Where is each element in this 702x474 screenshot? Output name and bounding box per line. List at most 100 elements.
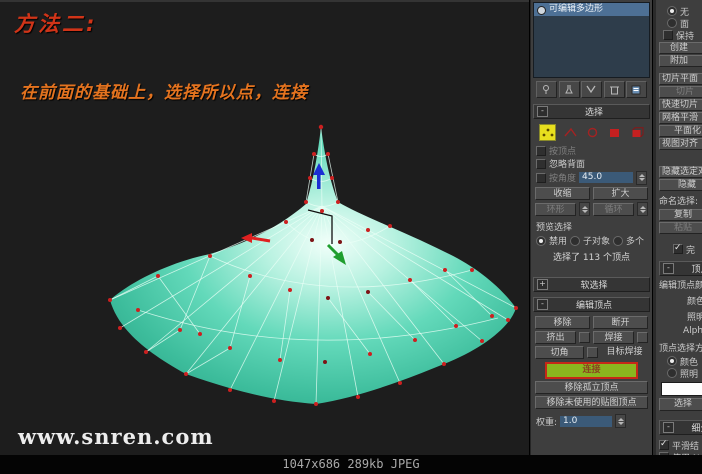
- unhide-button[interactable]: 隐藏: [659, 179, 702, 191]
- angle-value-field[interactable]: 45.0: [579, 172, 633, 183]
- pin-stack-icon[interactable]: [536, 81, 557, 98]
- weight-spinner[interactable]: [615, 414, 627, 428]
- slice-plane-button[interactable]: 切片平面: [659, 73, 702, 85]
- connect-button-highlighted[interactable]: 连接: [545, 362, 638, 379]
- smooth-result-row: 平滑结: [659, 439, 702, 452]
- annotation-title: 方法二:: [14, 12, 98, 36]
- show-end-result-icon[interactable]: [558, 81, 580, 98]
- command-panel-column-1: 可编辑多边形 - 选择 按顶点 忽略背面 按角度 45.0 收缩 扩大 环形 循…: [530, 0, 652, 455]
- ring-button[interactable]: 环形: [535, 202, 576, 216]
- select-by-illumination-radio[interactable]: [667, 368, 677, 378]
- extrude-button[interactable]: 挤出: [535, 331, 576, 344]
- configure-modifier-sets-icon[interactable]: [626, 81, 647, 98]
- loop-button[interactable]: 循环: [593, 202, 634, 216]
- image-info-caption: 1047x686 289kb JPEG: [0, 455, 702, 474]
- polygon-subobject-icon[interactable]: [606, 124, 623, 141]
- paste-button[interactable]: 粘贴: [659, 222, 702, 234]
- rollout-vertex-properties-header[interactable]: - 顶点属性: [659, 261, 702, 276]
- rollout-title: 选择: [584, 108, 603, 118]
- weld-settings-button[interactable]: [637, 332, 648, 343]
- rollout-subdivision-header[interactable]: - 细分曲面: [659, 420, 702, 435]
- preview-off-radio[interactable]: [536, 235, 546, 246]
- slice-button[interactable]: 切片: [659, 86, 702, 98]
- chamfer-button[interactable]: 切角: [535, 346, 584, 359]
- expand-icon[interactable]: +: [537, 279, 548, 290]
- rollout-title: 软选择: [580, 281, 608, 291]
- remove-modifier-icon[interactable]: [603, 81, 625, 98]
- attach-button[interactable]: 附加: [659, 55, 702, 67]
- element-subobject-icon[interactable]: [629, 124, 646, 141]
- vertex-subobject-icon[interactable]: [539, 124, 557, 141]
- target-weld-button[interactable]: 目标焊接: [601, 346, 648, 359]
- constraint-none-radio[interactable]: [667, 6, 677, 16]
- weight-label: 权重:: [536, 417, 558, 428]
- selection-status-text: 选择了 113 个顶点: [553, 253, 630, 263]
- create-button[interactable]: 创建: [659, 42, 702, 54]
- preview-off-label: 禁用: [549, 237, 568, 247]
- full-interactive-checkbox[interactable]: [673, 243, 683, 254]
- preserve-checkbox[interactable]: [663, 30, 673, 40]
- color-label: 颜色: [687, 297, 702, 307]
- select-vertices-by-label: 顶点选择方: [659, 344, 702, 354]
- viewport[interactable]: 方法二: 在前面的基础上，选择所以点，连接 www.snren.com: [0, 0, 529, 455]
- select-by-illumination-label: 照明: [680, 369, 699, 380]
- collapse-icon[interactable]: -: [537, 106, 548, 117]
- vertex-color-swatch[interactable]: [661, 382, 702, 396]
- preview-subobj-radio[interactable]: [570, 235, 581, 246]
- rollout-selection-header[interactable]: - 选择: [533, 104, 650, 119]
- select-by-color-row: 颜色: [659, 355, 702, 368]
- hide-selected-button[interactable]: 隐藏选定对: [659, 166, 702, 178]
- remove-unused-map-verts-button[interactable]: 移除未使用的贴图顶点: [535, 396, 648, 409]
- collapse-icon[interactable]: -: [537, 299, 548, 310]
- weld-button[interactable]: 焊接: [593, 331, 634, 344]
- modifier-stack-selected-row[interactable]: 可编辑多边形: [534, 3, 649, 16]
- smooth-result-checkbox[interactable]: [659, 439, 669, 450]
- mesh-surface[interactable]: [110, 127, 516, 404]
- view-align-button[interactable]: 视图对齐: [659, 138, 702, 150]
- msmooth-button[interactable]: 网格平滑: [659, 112, 702, 124]
- by-angle-checkbox[interactable]: [536, 172, 546, 183]
- preview-multi-label: 多个: [626, 237, 645, 247]
- by-vertex-checkbox[interactable]: [536, 145, 546, 156]
- annotation-instruction: 在前面的基础上，选择所以点，连接: [20, 83, 308, 103]
- modifier-stack-list[interactable]: 可编辑多边形: [533, 2, 650, 78]
- constraint-face-radio[interactable]: [667, 18, 677, 28]
- edge-subobject-icon[interactable]: [561, 124, 578, 141]
- make-planar-button[interactable]: 平面化: [659, 125, 702, 137]
- collapse-icon[interactable]: -: [663, 422, 674, 433]
- chamfer-settings-button[interactable]: [587, 347, 598, 358]
- preview-multi-radio[interactable]: [613, 235, 624, 246]
- rollout-soft-selection-header[interactable]: + 软选择: [533, 277, 650, 292]
- rollout-edit-vertices-header[interactable]: - 编辑顶点: [533, 297, 650, 312]
- full-interactive-label: 完: [686, 245, 696, 256]
- remove-button[interactable]: 移除: [535, 316, 590, 329]
- collapse-icon[interactable]: -: [663, 263, 674, 274]
- grow-button[interactable]: 扩大: [593, 187, 648, 200]
- border-subobject-icon[interactable]: [584, 124, 601, 141]
- select-vertices-button[interactable]: 选择: [659, 398, 702, 411]
- preview-subobj-label: 子对象: [583, 237, 611, 247]
- break-button[interactable]: 断开: [593, 316, 648, 329]
- weight-row: 权重: 1.0: [531, 413, 652, 429]
- select-by-color-radio[interactable]: [667, 356, 677, 366]
- preserve-label: 保持: [676, 31, 695, 42]
- gizmo-z-arrow[interactable]: [317, 174, 321, 189]
- select-by-illumination-row: 照明: [659, 367, 702, 380]
- quick-slice-button[interactable]: 快速切片: [659, 99, 702, 111]
- ring-spinner[interactable]: [579, 202, 590, 216]
- angle-spinner[interactable]: [636, 170, 647, 185]
- constraint-none-row: 无: [659, 5, 702, 18]
- rollout-title: 顶点属性: [691, 265, 702, 275]
- editable-poly-mesh[interactable]: [100, 114, 525, 414]
- rollout-title: 编辑顶点: [575, 301, 612, 311]
- ignore-backfacing-checkbox[interactable]: [536, 158, 546, 169]
- by-vertex-label: 按顶点: [549, 147, 577, 157]
- weight-value-field[interactable]: 1.0: [560, 415, 613, 427]
- named-selections-label: 命名选择:: [659, 197, 699, 207]
- shrink-button[interactable]: 收缩: [535, 187, 590, 200]
- make-unique-icon[interactable]: [581, 81, 602, 98]
- copy-button[interactable]: 复制: [659, 209, 702, 221]
- loop-spinner[interactable]: [637, 202, 648, 216]
- extrude-settings-button[interactable]: [579, 332, 590, 343]
- remove-isolated-vertices-button[interactable]: 移除孤立顶点: [535, 381, 648, 394]
